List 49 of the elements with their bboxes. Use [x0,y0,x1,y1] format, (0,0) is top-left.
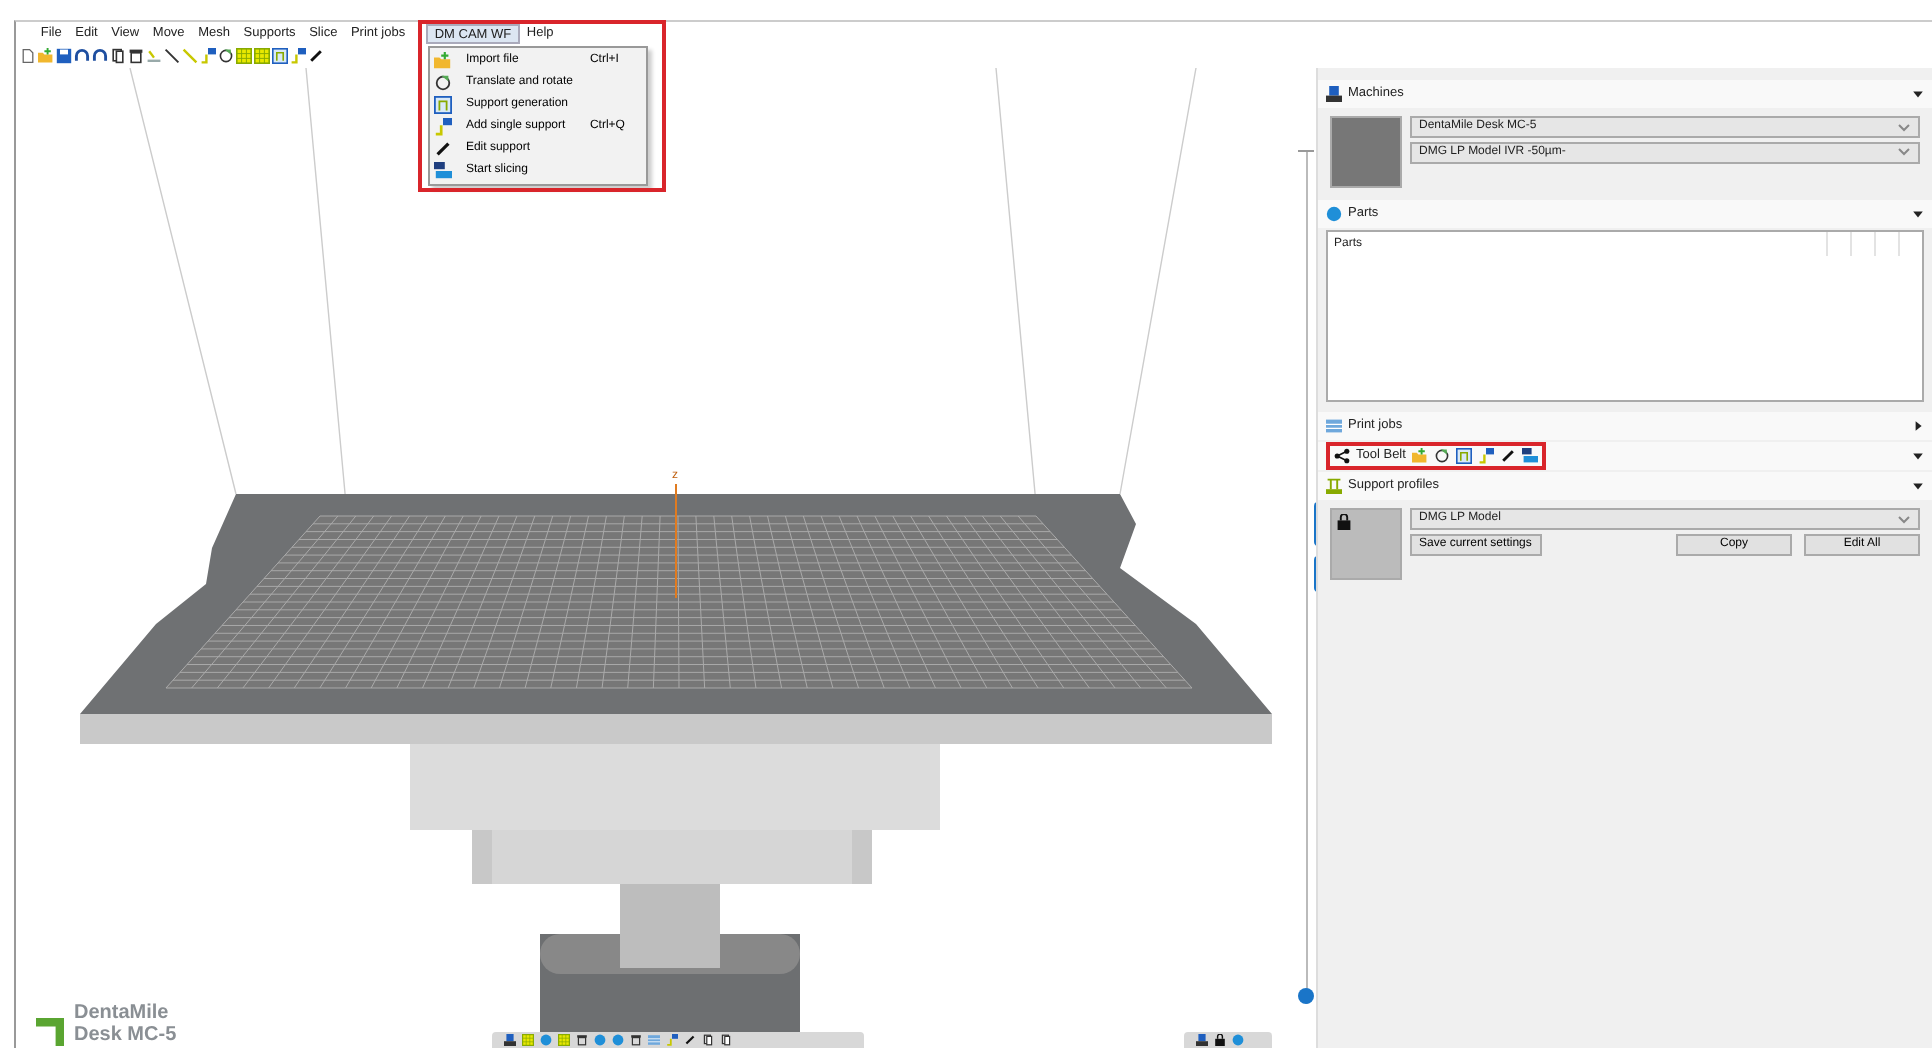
machine-icon [1326,86,1342,102]
lock-icon [1336,514,1352,530]
chevron-down-icon [1898,148,1910,157]
delete-icon[interactable] [128,48,144,64]
logo-text: DentaMile [74,1004,171,1025]
rotate-icon[interactable] [218,48,234,64]
folder-add-icon [433,52,452,70]
view-icon[interactable] [576,1034,588,1046]
circle-icon [1326,206,1342,222]
open-folder-icon[interactable] [38,48,54,64]
support-grid-icon[interactable] [272,48,288,64]
support-icon [433,118,452,136]
support-icon[interactable] [200,48,216,64]
rotate-icon [433,74,452,92]
rotate-icon[interactable] [1433,448,1450,464]
expand-caret-icon[interactable] [1912,420,1924,432]
logo-text: Desk MC-5 [74,1025,177,1046]
new-file-icon[interactable] [20,48,36,64]
collapse-caret-icon[interactable] [1912,208,1924,220]
support-icon[interactable] [1477,448,1494,464]
pen-icon[interactable] [1499,448,1516,464]
line-icon[interactable] [164,48,180,64]
undo-icon[interactable] [74,48,90,64]
layer-slider[interactable] [1298,150,1314,1004]
redo-icon[interactable] [92,48,108,64]
list-icon [1326,418,1342,434]
status-icon[interactable] [1214,1034,1226,1046]
view-icon[interactable] [630,1034,642,1046]
slider-thumb[interactable] [1298,988,1314,1004]
connector-icon [1334,448,1350,464]
chevron-down-icon [1898,515,1910,523]
collapse-caret-icon[interactable] [1912,88,1924,100]
support-icon[interactable] [290,48,306,64]
support-grid-icon [433,96,452,114]
save-icon[interactable] [56,48,72,64]
pen-icon [433,140,452,158]
support-icon [1326,478,1342,494]
layers-icon [433,162,452,180]
view-icon[interactable] [504,1034,516,1046]
support-grid-icon[interactable] [1455,448,1472,464]
collapse-caret-icon[interactable] [1912,480,1924,492]
printer-photo-placeholder [1330,116,1402,188]
pen-icon[interactable] [308,48,324,64]
status-icon[interactable] [1196,1034,1208,1046]
collapse-caret-icon[interactable] [1912,450,1924,462]
layers-icon[interactable] [1521,448,1538,464]
logo-icon [36,1018,64,1046]
copy-icon[interactable] [110,48,126,64]
chevron-down-icon [1898,123,1910,131]
